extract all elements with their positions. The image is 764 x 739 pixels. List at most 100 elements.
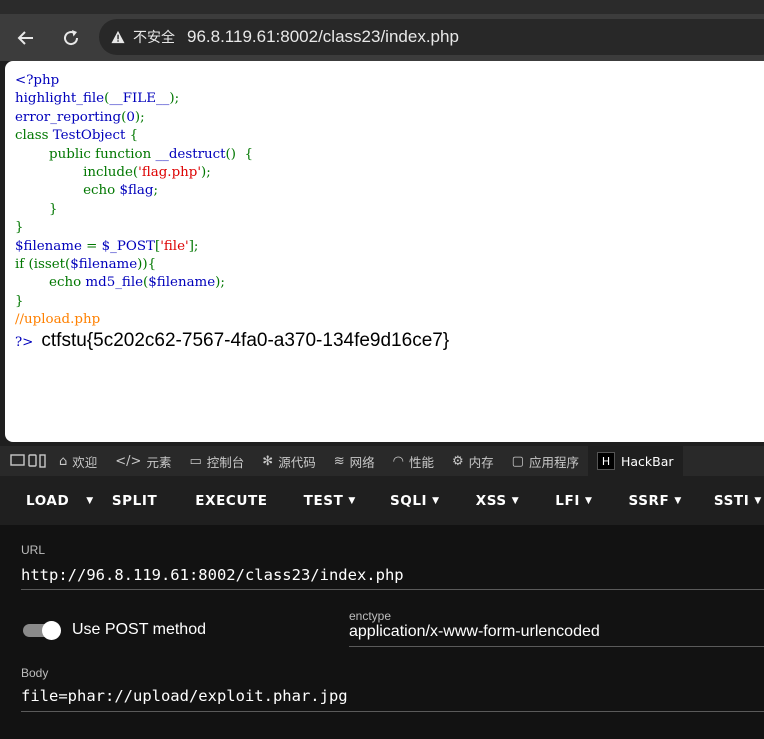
tab-sources[interactable]: ✻ 源代码 — [253, 446, 324, 476]
load-button[interactable]: LOAD — [26, 476, 69, 525]
application-icon: ▢ — [511, 453, 524, 469]
tab-hackbar-label: HackBar — [620, 453, 674, 469]
load-options-dropdown[interactable]: ▼ — [81, 476, 94, 525]
code-token: { — [129, 128, 139, 144]
split-button[interactable]: SPLIT — [112, 476, 157, 525]
code-token: //upload.php — [15, 312, 101, 328]
back-button[interactable] — [8, 14, 44, 61]
code-token: $filename — [15, 238, 87, 254]
url-input[interactable]: http://96.8.119.61:8002/class23/index.ph… — [21, 566, 404, 584]
enctype-underline — [349, 646, 764, 647]
tab-home[interactable]: ⌂ 欢迎 — [50, 446, 106, 476]
code-token: <?php — [15, 73, 60, 88]
code-token: ); — [201, 165, 211, 181]
console-icon: ▭ — [189, 453, 202, 469]
insecure-label[interactable]: 不安全 — [133, 27, 175, 47]
post-method-label[interactable]: Use POST method — [72, 621, 206, 639]
address-bar-row: 不安全 96.8.119.61:8002/class23/index.php — [0, 14, 764, 61]
code-token: ); — [169, 91, 180, 107]
sqli-button[interactable]: SQLI ▼ — [390, 476, 440, 525]
code-token: ; — [153, 183, 159, 199]
lfi-button[interactable]: LFI ▼ — [555, 476, 592, 525]
enctype-label: enctype — [349, 609, 392, 623]
toolbar-button-label: EXECUTE — [195, 492, 268, 509]
device-toolbar-icon[interactable] — [0, 446, 50, 476]
tab-elements[interactable]: </> 元素 — [106, 446, 180, 476]
tab-performance[interactable]: ◠ 性能 — [384, 446, 443, 476]
caret-down-icon: ▼ — [674, 495, 682, 506]
sources-icon: ✻ — [262, 453, 274, 469]
toggle-knob — [42, 621, 61, 640]
caret-down-icon: ▼ — [348, 495, 356, 506]
performance-icon: ◠ — [392, 453, 404, 469]
code-token: TestObject — [52, 128, 130, 144]
code-token: 'flag.php' — [138, 165, 202, 181]
flag-output: ctfstu{5c202c62-7567-4fa0-a370-134fe9d16… — [41, 330, 450, 351]
code-token: highlight_file — [15, 91, 105, 107]
php-source-code: <?php highlight_file(__FILE__); error_re… — [5, 61, 764, 330]
url-label: URL — [21, 543, 46, 557]
code-token: __FILE__ — [109, 91, 170, 107]
devtools-tab-list: ⌂ 欢迎 </> 元素 ▭ 控制台 ✻ 源代码 ≋ 网络 ◠ 性能 ⚙ 内存 ▢ 应用程序 — [50, 446, 588, 476]
code-token: md5_file — [85, 275, 144, 291]
warning-icon — [111, 30, 125, 44]
caret-down-icon: ▼ — [754, 495, 762, 506]
code-token: } — [15, 220, 24, 236]
body-label: Body — [21, 666, 49, 680]
test-button[interactable]: TEST ▼ — [304, 476, 356, 525]
code-token: echo — [15, 183, 120, 199]
tab-console[interactable]: ▭ 控制台 — [180, 446, 253, 476]
code-token: 0 — [126, 109, 135, 125]
code-token: __destruct — [155, 146, 226, 162]
code-token: class — [15, 128, 53, 144]
body-input[interactable]: file=phar://upload/exploit.phar.jpg — [21, 687, 348, 705]
code-token: } — [15, 293, 24, 309]
caret-down-icon: ▼ — [511, 495, 520, 506]
enctype-select[interactable]: application/x-www-form-urlencoded — [349, 623, 600, 641]
url-input-underline — [21, 589, 764, 590]
toolbar-button-label: SQLI — [389, 492, 428, 509]
hackbar-panel: URL http://96.8.119.61:8002/class23/inde… — [0, 525, 764, 739]
devtools-tab-label: 控制台 — [206, 454, 245, 470]
tab-network[interactable]: ≋ 网络 — [325, 446, 384, 476]
xss-button[interactable]: XSS ▼ — [476, 476, 520, 525]
toolbar-button-label: LFI — [555, 492, 580, 509]
tab-hackbar[interactable]: H HackBar — [587, 446, 683, 476]
code-token: ); — [134, 109, 145, 125]
caret-down-icon: ▼ — [584, 495, 593, 506]
toolbar-button-label: XSS — [475, 492, 507, 509]
tab-memory[interactable]: ⚙ 内存 — [443, 446, 503, 476]
toolbar-button-label: LOAD — [26, 492, 70, 509]
hackbar-toolbar: LOAD ▼ SPLIT EXECUTE TEST ▼ SQLI ▼ XSS ▼ LFI ▼ SSRF ▼… — [0, 476, 764, 525]
devtools-tab-label: 内存 — [468, 454, 494, 470]
devtools-tab-label: 网络 — [349, 454, 375, 470]
toolbar-button-label: SSTI — [713, 492, 750, 509]
devtools-tab-label: 应用程序 — [528, 454, 579, 470]
code-token: = — [86, 238, 102, 254]
devtools-tab-label: 源代码 — [278, 454, 316, 470]
ssti-button[interactable]: SSTI ▼ — [714, 476, 762, 525]
devtools-tabbar: ⌂ 欢迎 </> 元素 ▭ 控制台 ✻ 源代码 ≋ 网络 ◠ 性能 ⚙ 内存 ▢ 应用程序 H HackBar — [0, 446, 764, 476]
ssrf-button[interactable]: SSRF ▼ — [628, 476, 681, 525]
home-icon: ⌂ — [59, 453, 68, 469]
caret-down-icon: ▼ — [86, 495, 94, 506]
code-token: } — [15, 201, 58, 217]
code-token: 'file' — [160, 238, 189, 254]
toolbar-button-label: SPLIT — [111, 492, 158, 509]
code-token: ); — [215, 275, 225, 291]
code-token: public function — [15, 146, 156, 162]
post-method-toggle[interactable] — [23, 621, 61, 640]
address-url[interactable]: 96.8.119.61:8002/class23/index.php — [187, 27, 459, 47]
code-token: ]; — [188, 238, 199, 254]
execute-button[interactable]: EXECUTE — [195, 476, 267, 525]
code-token: $filename — [148, 275, 216, 291]
code-token: $flag — [119, 183, 154, 199]
devtools-tab-label: 性能 — [408, 454, 434, 470]
browser-tabstrip — [0, 0, 764, 14]
flag-output-line: ?> ctfstu{5c202c62-7567-4fa0-a370-134fe9… — [15, 330, 449, 352]
omnibox[interactable]: 不安全 96.8.119.61:8002/class23/index.php — [99, 19, 764, 55]
memory-icon: ⚙ — [451, 453, 464, 469]
code-token: $filename — [70, 257, 138, 273]
tab-application[interactable]: ▢ 应用程序 — [503, 446, 588, 476]
reload-button[interactable] — [53, 14, 89, 61]
